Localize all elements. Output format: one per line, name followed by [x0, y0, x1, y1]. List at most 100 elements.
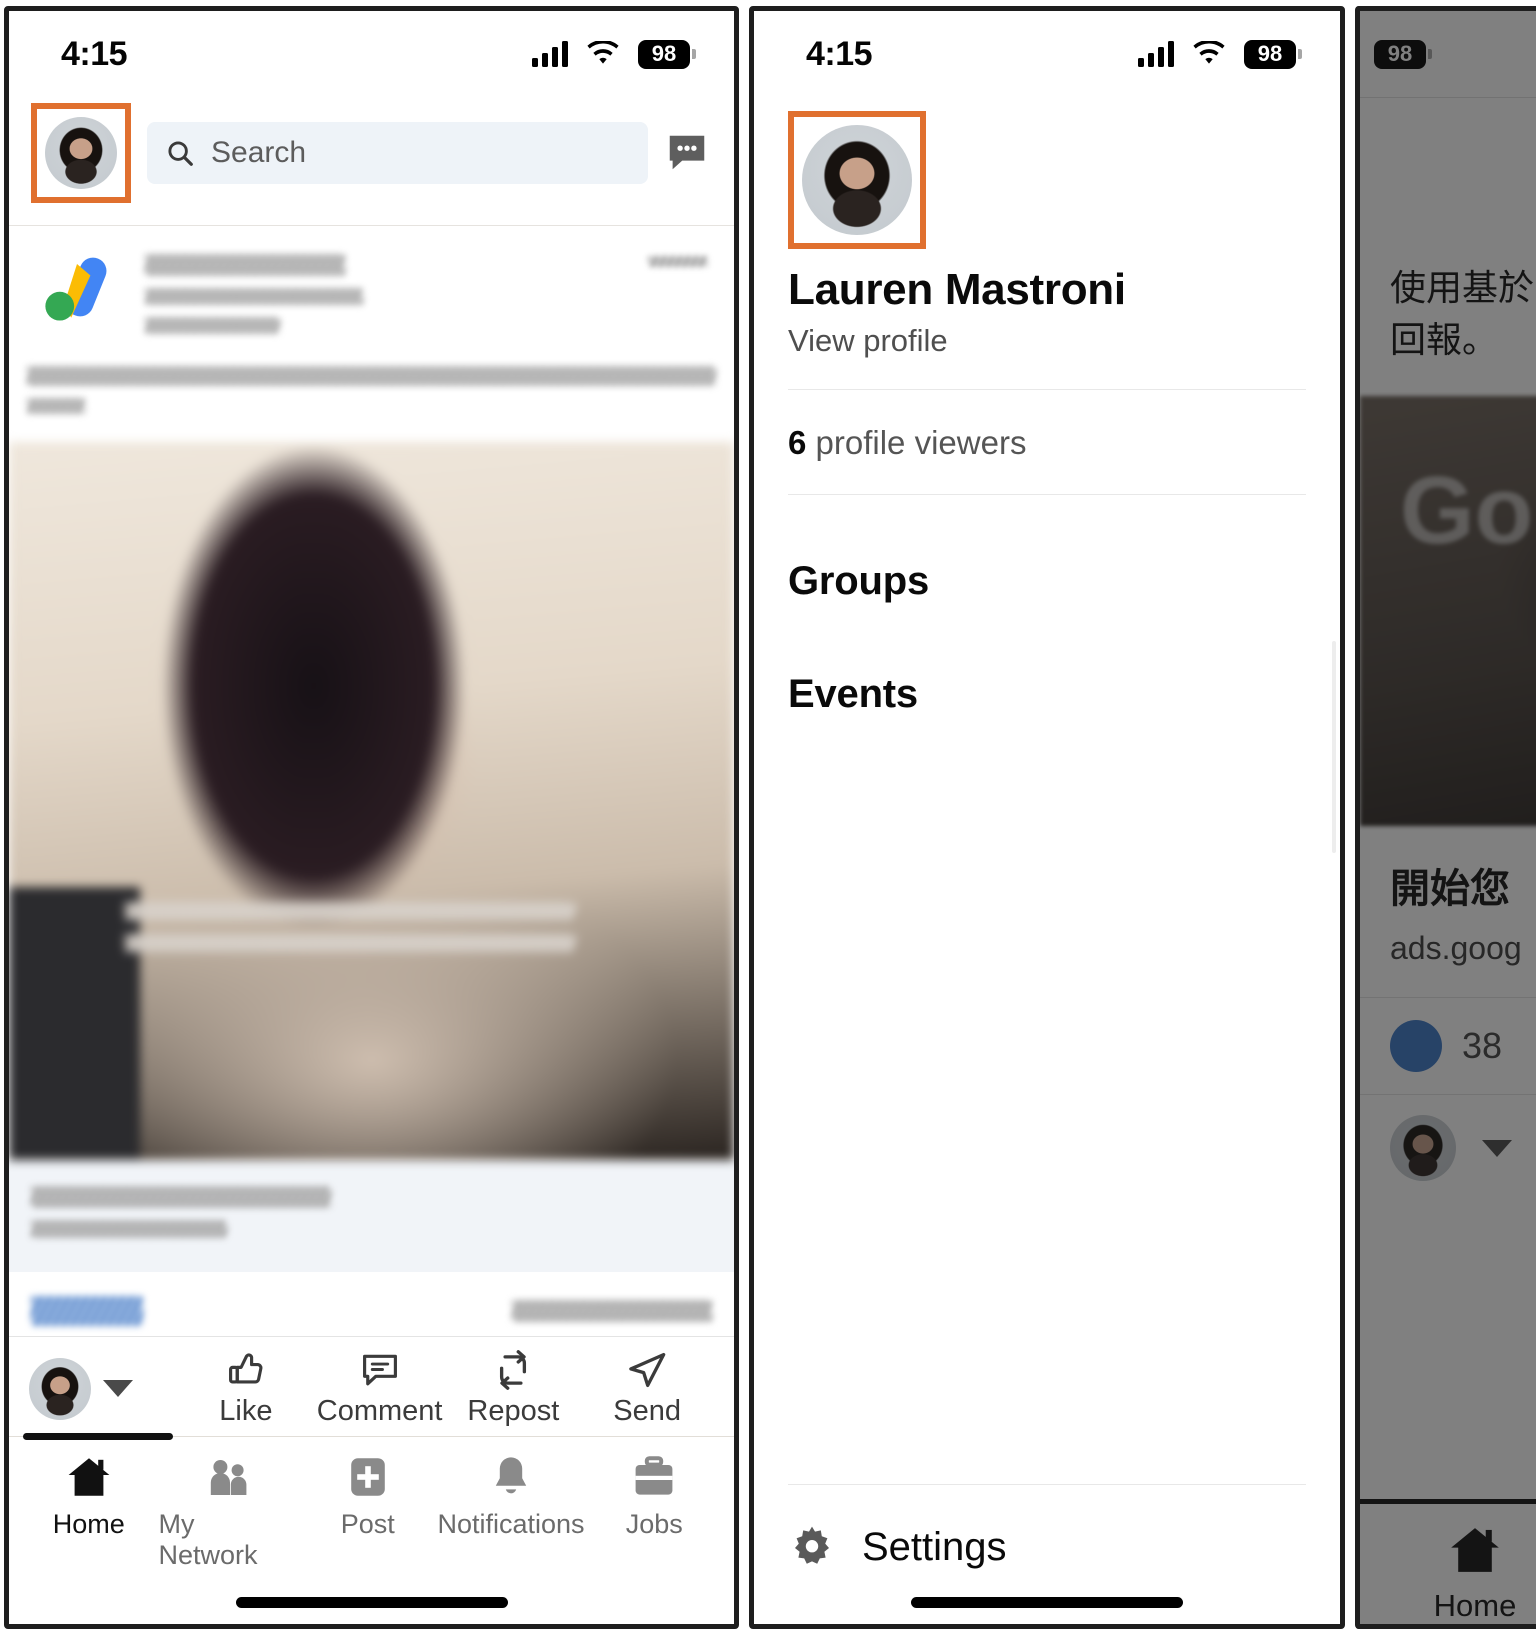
status-bar-middle: 4:15 98 [754, 11, 1340, 97]
chevron-down-icon[interactable] [1482, 1139, 1512, 1157]
reaction-summary[interactable]: 38 [1360, 997, 1536, 1094]
repost-arrows-icon [500, 1350, 527, 1390]
tab-my-network[interactable]: My Network [158, 1453, 297, 1571]
comment-as-avatar[interactable] [29, 1357, 179, 1420]
phone-middle-me-menu: 4:15 98 Lauren Mastroni View profile 6 p… [749, 6, 1345, 1629]
sponsored-card[interactable]: 使用基於 回報。 [1360, 97, 1536, 396]
messaging-bubble-icon[interactable] [664, 130, 710, 176]
tab-jobs[interactable]: Jobs [585, 1453, 724, 1571]
send-label: Send [613, 1395, 681, 1427]
left-screen: 4:15 98 Search Like Comment Repost Send … [9, 11, 734, 1624]
wifi-icon [1193, 41, 1225, 64]
tab-my-network-label: My Network [158, 1509, 258, 1570]
plus-square-icon [350, 1458, 385, 1496]
wifi-icon [587, 41, 619, 64]
bottom-tab-bar: Home My Network Post Notifications Jobs [9, 1433, 734, 1624]
post-image-caption-blurred [125, 901, 575, 952]
thumbs-up-filled-icon [1390, 1020, 1442, 1073]
cellular-bars-icon [532, 41, 568, 67]
tab-jobs-label: Jobs [625, 1509, 683, 1539]
chevron-down-icon[interactable] [103, 1380, 133, 1397]
divider [788, 1484, 1306, 1485]
reaction-count: 38 [1462, 1025, 1503, 1067]
profile-name: Lauren Mastroni [788, 265, 1126, 314]
link-title[interactable]: 開始您 [1360, 826, 1536, 914]
post-timestamp-blurred [648, 256, 708, 267]
sponsored-hero-image[interactable]: Go [1360, 396, 1536, 827]
right-screen: 98 使用基於 回報。 Go 開始您 ads.goog 38 Home [1360, 11, 1536, 1624]
left-top-bar: Search [9, 97, 734, 226]
me-menu-footer: Settings [754, 1484, 1340, 1624]
comment-count-blurred [512, 1300, 712, 1322]
bell-icon [495, 1457, 527, 1494]
phone-right-dimmed-feed: 98 使用基於 回報。 Go 開始您 ads.goog 38 Home [1355, 6, 1536, 1629]
middle-screen: 4:15 98 Lauren Mastroni View profile 6 p… [754, 11, 1340, 1624]
status-clock: 4:15 [61, 34, 128, 73]
avatar[interactable] [29, 1357, 91, 1420]
comment-button[interactable]: Comment [313, 1349, 447, 1428]
scrollbar[interactable] [1332, 641, 1336, 853]
highlight-box-avatar [31, 103, 131, 203]
repost-label: Repost [467, 1395, 560, 1427]
status-indicators: 98 [1138, 39, 1296, 69]
home-indicator [911, 1597, 1183, 1608]
me-avatar-row [788, 97, 1306, 249]
menu-item-groups[interactable]: Groups [788, 525, 1306, 638]
avatar[interactable] [1390, 1115, 1456, 1182]
comment-bubble-icon [362, 1354, 397, 1386]
sponsored-text-line-2: 回報。 [1390, 319, 1499, 361]
post-text-blurred [9, 346, 734, 442]
repost-button[interactable]: Repost [447, 1349, 581, 1428]
post-social-counts [9, 1272, 734, 1336]
bottom-tab-bar: Home [1360, 1499, 1536, 1624]
battery-indicator: 98 [1374, 39, 1426, 69]
like-label: Like [219, 1395, 273, 1427]
thumbs-up-icon [228, 1353, 263, 1384]
avatar[interactable] [802, 125, 912, 235]
post-link-card-blurred[interactable] [9, 1160, 734, 1272]
tab-notifications[interactable]: Notifications [437, 1453, 585, 1571]
home-icon [1451, 1528, 1499, 1572]
google-ads-logo-icon [45, 257, 107, 321]
screenshot-stage: 4:15 98 Search Like Comment Repost Send … [0, 0, 1536, 1635]
menu-item-events[interactable]: Events [788, 638, 1306, 751]
search-icon [168, 141, 193, 166]
profile-viewers-count: 6 [788, 424, 807, 461]
tab-notifications-label: Notifications [437, 1509, 585, 1539]
post-action-bar: Like Comment Repost Send [9, 1336, 734, 1448]
tab-home-label: Home [1433, 1588, 1517, 1623]
post-author-blurred [145, 248, 712, 346]
hero-watermark: Go [1400, 457, 1534, 565]
settings-label: Settings [862, 1524, 1007, 1569]
cellular-bars-icon [1138, 41, 1174, 67]
reaction-count-blurred [31, 1296, 143, 1326]
tab-post[interactable]: Post [298, 1453, 437, 1571]
phone-left-feed: 4:15 98 Search Like Comment Repost Send … [4, 6, 739, 1629]
profile-viewers-row[interactable]: 6 profile viewers [788, 420, 1306, 464]
post-image[interactable] [9, 442, 734, 1160]
comment-as-row[interactable] [1360, 1094, 1536, 1201]
search-input[interactable]: Search [147, 122, 648, 184]
status-bar-left: 4:15 98 [9, 11, 734, 97]
send-paper-plane-icon [629, 1352, 666, 1388]
home-indicator [235, 1597, 508, 1608]
avatar[interactable] [45, 117, 117, 189]
feed: Like Comment Repost Send [9, 226, 734, 1448]
battery-indicator: 98 [638, 39, 690, 69]
gear-icon [795, 1526, 829, 1564]
profile-viewers-label: profile viewers [815, 424, 1027, 461]
post-header [9, 226, 734, 346]
like-button[interactable]: Like [179, 1349, 313, 1428]
send-button[interactable]: Send [580, 1349, 714, 1428]
tab-home[interactable]: Home [19, 1453, 158, 1571]
tab-home[interactable]: Home [1400, 1522, 1536, 1624]
link-url: ads.goog [1390, 930, 1522, 967]
settings-button[interactable]: Settings [788, 1499, 1306, 1571]
comment-label: Comment [316, 1395, 443, 1427]
battery-indicator: 98 [1244, 39, 1296, 69]
view-profile-link[interactable]: View profile [788, 323, 1306, 359]
status-bar-right: 98 [1360, 11, 1536, 97]
sponsored-text-line-1: 使用基於 [1390, 267, 1535, 308]
status-indicators: 98 [532, 39, 690, 69]
tab-home-label: Home [52, 1509, 125, 1539]
